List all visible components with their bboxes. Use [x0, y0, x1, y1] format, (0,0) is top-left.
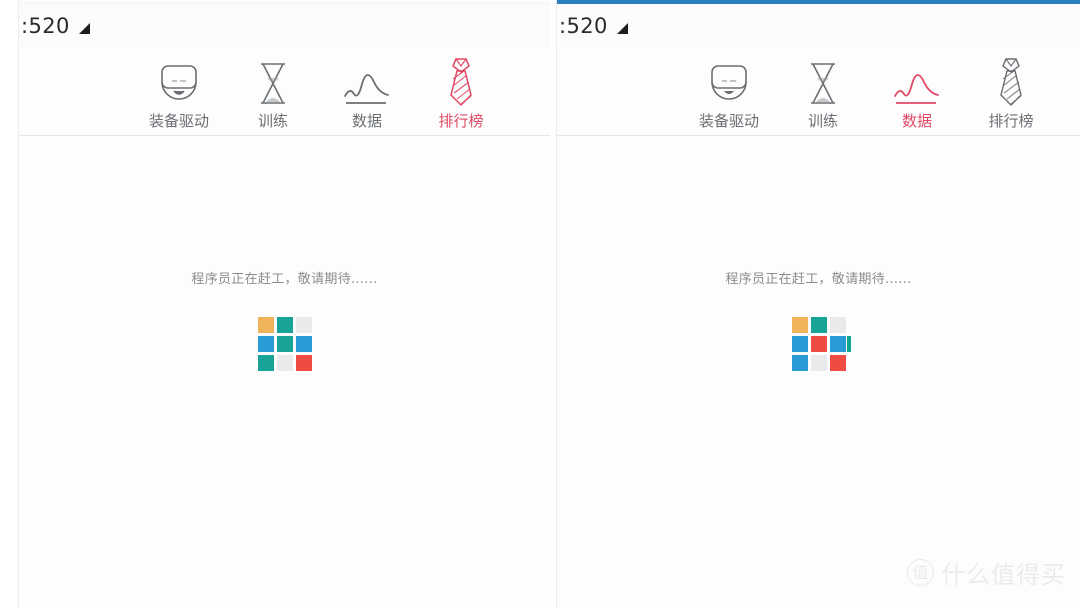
square-cell: [257, 317, 274, 333]
tab-leaderboard[interactable]: 排行榜: [964, 55, 1058, 136]
hourglass-icon: [806, 55, 840, 107]
square-cell: [257, 355, 274, 371]
tab-bar: 装备驱动 训练 数据 排行榜: [557, 48, 1080, 136]
square-cell: [791, 317, 808, 333]
tab-equipment-driver[interactable]: 装备驱动: [132, 55, 226, 136]
screenshot-root: :520 装备驱动 训练 数据 排行榜 程序员正在赶工，敬请期待......:…: [0, 0, 1080, 608]
content-area: 程序员正在赶工，敬请期待......: [557, 136, 1080, 608]
tab-label: 装备驱动: [148, 112, 209, 130]
square-cell: [276, 355, 293, 371]
necktie-icon: [444, 55, 478, 107]
content-area: 程序员正在赶工，敬请期待......: [19, 136, 550, 608]
tab-label: 训练: [257, 112, 288, 130]
coming-soon-message: 程序员正在赶工，敬请期待......: [725, 272, 912, 287]
square-cell: [257, 336, 274, 352]
square-cell: [810, 317, 827, 333]
square-cell: [295, 317, 312, 333]
status-bar: :520: [557, 4, 1080, 48]
tab-data[interactable]: 数据: [320, 55, 414, 136]
square-cell: [829, 355, 846, 371]
status-clock: :520: [21, 14, 70, 38]
coming-soon-message: 程序员正在赶工，敬请期待......: [191, 272, 378, 287]
tab-equipment-driver[interactable]: 装备驱动: [682, 55, 776, 136]
phone-screen-data: :520 装备驱动 训练 数据 排行榜 程序员正在赶工，敬请期待......: [556, 0, 1080, 608]
line-chart-icon: [892, 55, 942, 107]
loading-squares: [791, 317, 851, 371]
tab-label: 数据: [351, 112, 382, 130]
tab-training[interactable]: 训练: [776, 55, 870, 136]
tab-label: 训练: [807, 112, 838, 130]
square-cell: [276, 317, 293, 333]
line-chart-icon: [342, 55, 392, 107]
helmet-device-icon: [156, 55, 202, 107]
signal-triangle-icon: [78, 22, 90, 34]
square-cell: [295, 355, 312, 371]
square-cell: [810, 336, 827, 352]
square-cell: [276, 336, 293, 352]
square-cell: [791, 336, 808, 352]
hourglass-icon: [256, 55, 290, 107]
tab-bar: 装备驱动 训练 数据 排行榜: [19, 48, 550, 136]
tab-training[interactable]: 训练: [226, 55, 320, 136]
phone-screen-leaderboard: :520 装备驱动 训练 数据 排行榜 程序员正在赶工，敬请期待......: [18, 0, 550, 608]
status-bar: :520: [19, 4, 550, 48]
tab-leaderboard[interactable]: 排行榜: [414, 55, 508, 136]
tab-label: 数据: [901, 112, 932, 130]
status-clock: :520: [559, 14, 608, 38]
square-cell: [295, 336, 312, 352]
tab-label: 装备驱动: [698, 112, 759, 130]
tab-label: 排行榜: [438, 112, 484, 130]
helmet-device-icon: [706, 55, 752, 107]
tab-data[interactable]: 数据: [870, 55, 964, 136]
square-cell: [829, 336, 851, 352]
loading-squares: [257, 317, 312, 371]
necktie-icon: [994, 55, 1028, 107]
square-cell: [829, 317, 846, 333]
square-cell: [810, 355, 827, 371]
signal-triangle-icon: [616, 22, 628, 34]
tab-label: 排行榜: [988, 112, 1034, 130]
square-cell: [791, 355, 808, 371]
